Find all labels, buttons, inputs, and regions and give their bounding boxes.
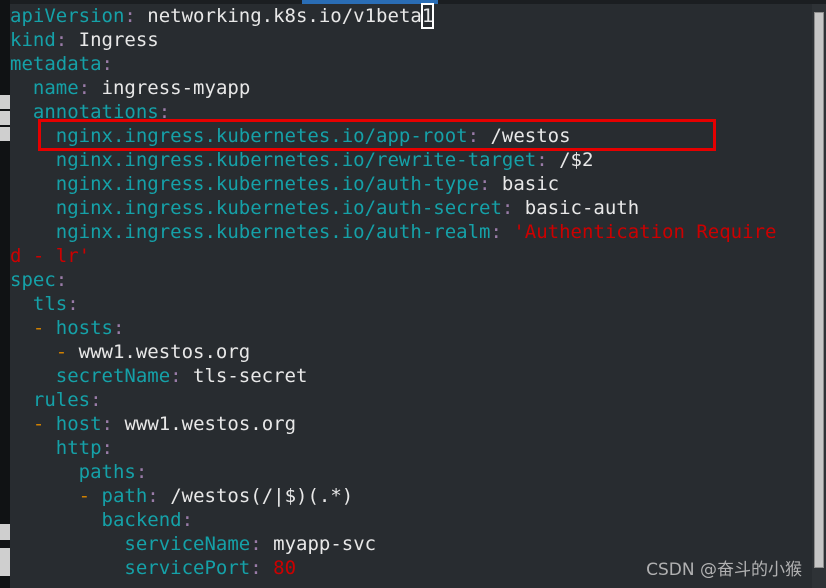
- yaml-colon: :: [90, 389, 102, 411]
- yaml-string: 'Authentication Require: [501, 221, 777, 243]
- code-line: nginx.ingress.kubernetes.io/app-root: /w…: [10, 124, 812, 148]
- code-line: d - lr': [10, 244, 812, 268]
- yaml-key: nginx.ingress.kubernetes.io/app-root: [55, 125, 468, 147]
- yaml-key: hosts: [55, 317, 113, 339]
- code-line: kind: Ingress: [10, 28, 812, 52]
- edge-block: [0, 548, 10, 576]
- edge-block: [0, 95, 10, 109]
- text-cursor: 1: [420, 3, 435, 29]
- yaml-colon: :: [112, 317, 125, 339]
- yaml-key: nginx.ingress.kubernetes.io/auth-realm: [55, 221, 491, 243]
- yaml-colon: :: [124, 5, 136, 27]
- yaml-value: networking.k8s.io/v1beta: [135, 5, 422, 27]
- yaml-code-area[interactable]: apiVersion: networking.k8s.io/v1beta1 kin…: [10, 3, 812, 588]
- yaml-colon: :: [147, 485, 159, 507]
- list-dash: -: [32, 317, 56, 339]
- yaml-key: backend: [101, 509, 182, 531]
- code-line: nginx.ingress.kubernetes.io/auth-type: b…: [10, 172, 812, 196]
- yaml-key: tls: [32, 293, 68, 315]
- yaml-value: /westos(/|$)(.*): [158, 485, 354, 507]
- yaml-value: ingress-myapp: [90, 77, 251, 99]
- code-line: backend:: [10, 508, 812, 532]
- editor-window: apiVersion: networking.k8s.io/v1beta1 kin…: [0, 0, 826, 588]
- yaml-key: servicePort: [124, 557, 251, 579]
- code-line: paths:: [10, 460, 812, 484]
- yaml-key: http: [55, 437, 102, 459]
- code-line: metadata:: [10, 52, 812, 76]
- code-line: apiVersion: networking.k8s.io/v1beta1: [10, 3, 812, 29]
- code-line: secretName: tls-secret: [10, 364, 812, 388]
- code-line: spec:: [10, 268, 812, 292]
- yaml-key: nginx.ingress.kubernetes.io/rewrite-targ…: [55, 149, 537, 171]
- yaml-value: tls-secret: [181, 365, 308, 387]
- yaml-colon: :: [501, 197, 514, 219]
- yaml-value: /$2: [547, 149, 594, 171]
- yaml-key: annotations: [32, 101, 159, 123]
- yaml-colon: :: [250, 533, 262, 555]
- yaml-key: name: [32, 77, 79, 99]
- yaml-colon: :: [536, 149, 548, 171]
- yaml-key: apiVersion: [10, 5, 125, 27]
- code-line: nginx.ingress.kubernetes.io/rewrite-targ…: [10, 148, 812, 172]
- yaml-key: paths: [78, 461, 136, 483]
- edge-block: [0, 524, 10, 540]
- yaml-colon: :: [101, 413, 113, 435]
- yaml-value: /westos: [479, 125, 571, 147]
- yaml-value: basic: [490, 173, 560, 195]
- code-line: rules:: [10, 388, 812, 412]
- yaml-value: myapp-svc: [261, 533, 377, 555]
- yaml-value: basic-auth: [513, 197, 640, 219]
- list-dash: -: [32, 413, 56, 435]
- list-dash: -: [78, 485, 102, 507]
- code-line: - host: www1.westos.org: [10, 412, 812, 436]
- code-line: - hosts:: [10, 316, 812, 340]
- yaml-colon: :: [101, 53, 113, 75]
- yaml-colon: :: [170, 365, 182, 387]
- yaml-key: path: [101, 485, 148, 507]
- scrollbar-thumb[interactable]: [814, 12, 824, 568]
- yaml-colon: :: [250, 557, 262, 579]
- yaml-value: Ingress: [67, 29, 159, 51]
- yaml-colon: :: [101, 437, 113, 459]
- watermark-text: CSDN @奋斗的小猴: [646, 560, 802, 580]
- code-line: tls:: [10, 292, 812, 316]
- left-window-edge: [0, 0, 10, 588]
- yaml-colon: :: [78, 77, 91, 99]
- code-line: nginx.ingress.kubernetes.io/auth-realm: …: [10, 220, 812, 244]
- yaml-colon: :: [55, 269, 68, 291]
- yaml-key: rules: [32, 389, 91, 411]
- edge-block: [0, 127, 10, 141]
- yaml-colon: :: [181, 509, 194, 531]
- yaml-key: secretName: [55, 365, 171, 387]
- yaml-colon: :: [467, 125, 480, 147]
- list-dash: -: [55, 341, 79, 363]
- yaml-key: kind: [10, 29, 56, 51]
- yaml-value: www1.westos.org: [78, 341, 251, 363]
- yaml-colon: :: [67, 293, 79, 315]
- yaml-colon: :: [490, 221, 502, 243]
- yaml-colon: :: [158, 101, 171, 123]
- yaml-key: metadata: [10, 53, 102, 75]
- code-line: - path: /westos(/|$)(.*): [10, 484, 812, 508]
- code-line: nginx.ingress.kubernetes.io/auth-secret:…: [10, 196, 812, 220]
- yaml-colon: :: [135, 461, 148, 483]
- yaml-key: spec: [10, 269, 56, 291]
- yaml-key: nginx.ingress.kubernetes.io/auth-type: [55, 173, 480, 195]
- code-line: name: ingress-myapp: [10, 76, 812, 100]
- yaml-colon: :: [479, 173, 491, 195]
- yaml-key: host: [55, 413, 102, 435]
- edge-block: [0, 111, 10, 125]
- yaml-colon: :: [55, 29, 68, 51]
- yaml-key: nginx.ingress.kubernetes.io/auth-secret: [55, 197, 502, 219]
- code-line: serviceName: myapp-svc: [10, 532, 812, 556]
- code-line: - www1.westos.org: [10, 340, 812, 364]
- yaml-string: d - lr': [10, 245, 91, 267]
- yaml-value: www1.westos.org: [113, 413, 297, 435]
- yaml-string: 80: [261, 557, 297, 579]
- code-line: annotations:: [10, 100, 812, 124]
- yaml-key: serviceName: [124, 533, 251, 555]
- vertical-scrollbar[interactable]: [812, 4, 826, 588]
- code-line: http:: [10, 436, 812, 460]
